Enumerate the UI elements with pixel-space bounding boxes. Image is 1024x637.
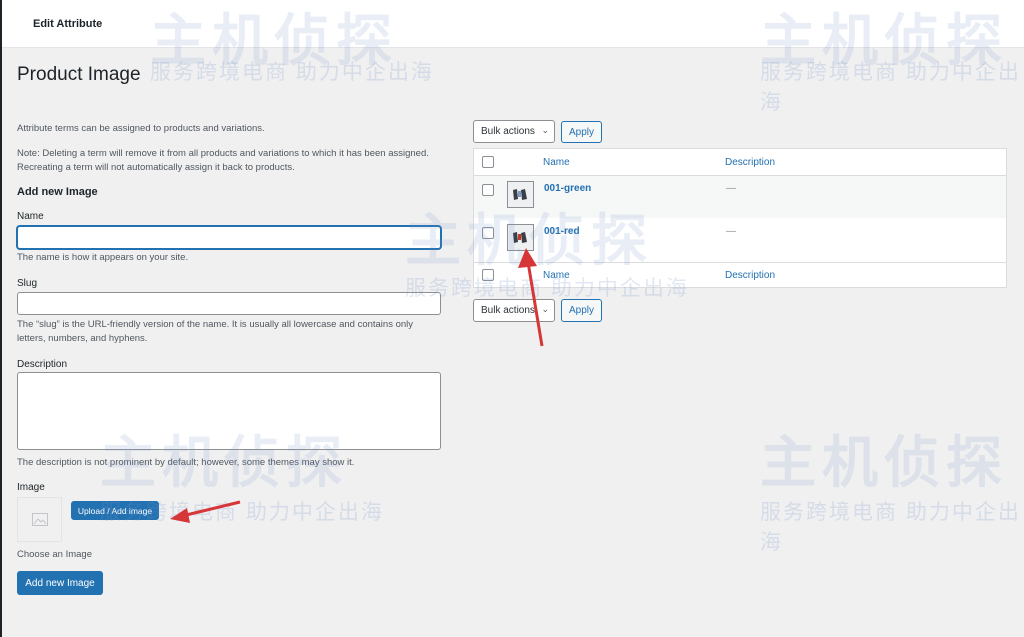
chevron-down-icon: ⌄	[541, 304, 549, 314]
description-textarea[interactable]	[17, 372, 441, 450]
apply-button-top[interactable]: Apply	[561, 121, 602, 143]
description-label: Description	[17, 359, 68, 370]
name-help: The name is how it appears on your site.	[17, 252, 189, 263]
bulk-actions-label: Bulk actions	[481, 305, 535, 316]
add-new-image-button[interactable]: Add new Image	[17, 571, 103, 595]
bulk-actions-select-top[interactable]: Bulk actions ⌄	[473, 120, 555, 143]
admin-sidebar-edge	[0, 0, 2, 637]
table-row: 001-red —	[474, 218, 1006, 262]
choose-image-text: Choose an Image	[17, 549, 92, 560]
table-row: 001-green —	[474, 176, 1006, 218]
shoes-icon	[513, 189, 527, 200]
terms-table: Name Description 001-green — 001-red — N…	[473, 148, 1007, 288]
note-line-1: Note: Deleting a term will remove it fro…	[17, 148, 429, 159]
table-footer-row: Name Description	[474, 262, 1006, 288]
term-name-link[interactable]: 001-red	[544, 226, 580, 237]
watermark-slogan: 服务跨境电商 助力中企出海	[150, 61, 434, 84]
column-description-footer[interactable]: Description	[725, 270, 775, 281]
column-name-footer[interactable]: Name	[543, 270, 570, 281]
name-label: Name	[17, 211, 44, 222]
row-checkbox[interactable]	[482, 227, 494, 239]
select-all-checkbox[interactable]	[482, 156, 494, 168]
row-checkbox[interactable]	[482, 184, 494, 196]
watermark-logo: 主机侦探	[760, 431, 1008, 494]
watermark-slogan: 服务跨境电商 助力中企出海	[760, 61, 1021, 114]
annotation-arrow-upload	[170, 500, 241, 523]
bulk-actions-label: Bulk actions	[481, 126, 535, 137]
slug-help-line-1: The “slug” is the URL-friendly version o…	[17, 319, 414, 330]
image-icon	[31, 513, 48, 526]
term-description: —	[726, 183, 736, 194]
term-thumbnail	[507, 181, 534, 208]
select-all-checkbox-footer[interactable]	[482, 269, 494, 281]
term-thumbnail	[507, 224, 534, 251]
intro-text: Attribute terms can be assigned to produ…	[17, 123, 265, 134]
term-description: —	[726, 226, 736, 237]
name-input[interactable]	[17, 226, 441, 249]
image-placeholder	[17, 497, 62, 542]
apply-button-bottom[interactable]: Apply	[561, 299, 602, 322]
page-title: Product Image	[17, 64, 141, 85]
description-help: The description is not prominent by defa…	[17, 457, 355, 468]
chevron-down-icon: ⌄	[541, 125, 549, 135]
upload-image-button[interactable]: Upload / Add image	[71, 501, 159, 520]
table-header-row: Name Description	[474, 149, 1006, 176]
breadcrumb[interactable]: Edit Attribute	[33, 18, 102, 30]
form-heading: Add new Image	[17, 186, 98, 198]
slug-help-line-2: letters, numbers, and hyphens.	[17, 333, 148, 344]
image-label: Image	[17, 482, 45, 493]
term-name-link[interactable]: 001-green	[544, 183, 591, 194]
bulk-actions-select-bottom[interactable]: Bulk actions ⌄	[473, 299, 555, 322]
column-name-header[interactable]: Name	[543, 157, 570, 168]
column-description-header[interactable]: Description	[725, 157, 775, 168]
note-line-2: Recreating a term will not automatically…	[17, 162, 295, 173]
slug-input[interactable]	[17, 292, 441, 315]
slug-label: Slug	[17, 278, 38, 289]
shoes-icon	[513, 232, 527, 243]
top-bar: Edit Attribute	[0, 0, 1024, 48]
watermark-slogan: 服务跨境电商 助力中企出海	[760, 501, 1021, 554]
